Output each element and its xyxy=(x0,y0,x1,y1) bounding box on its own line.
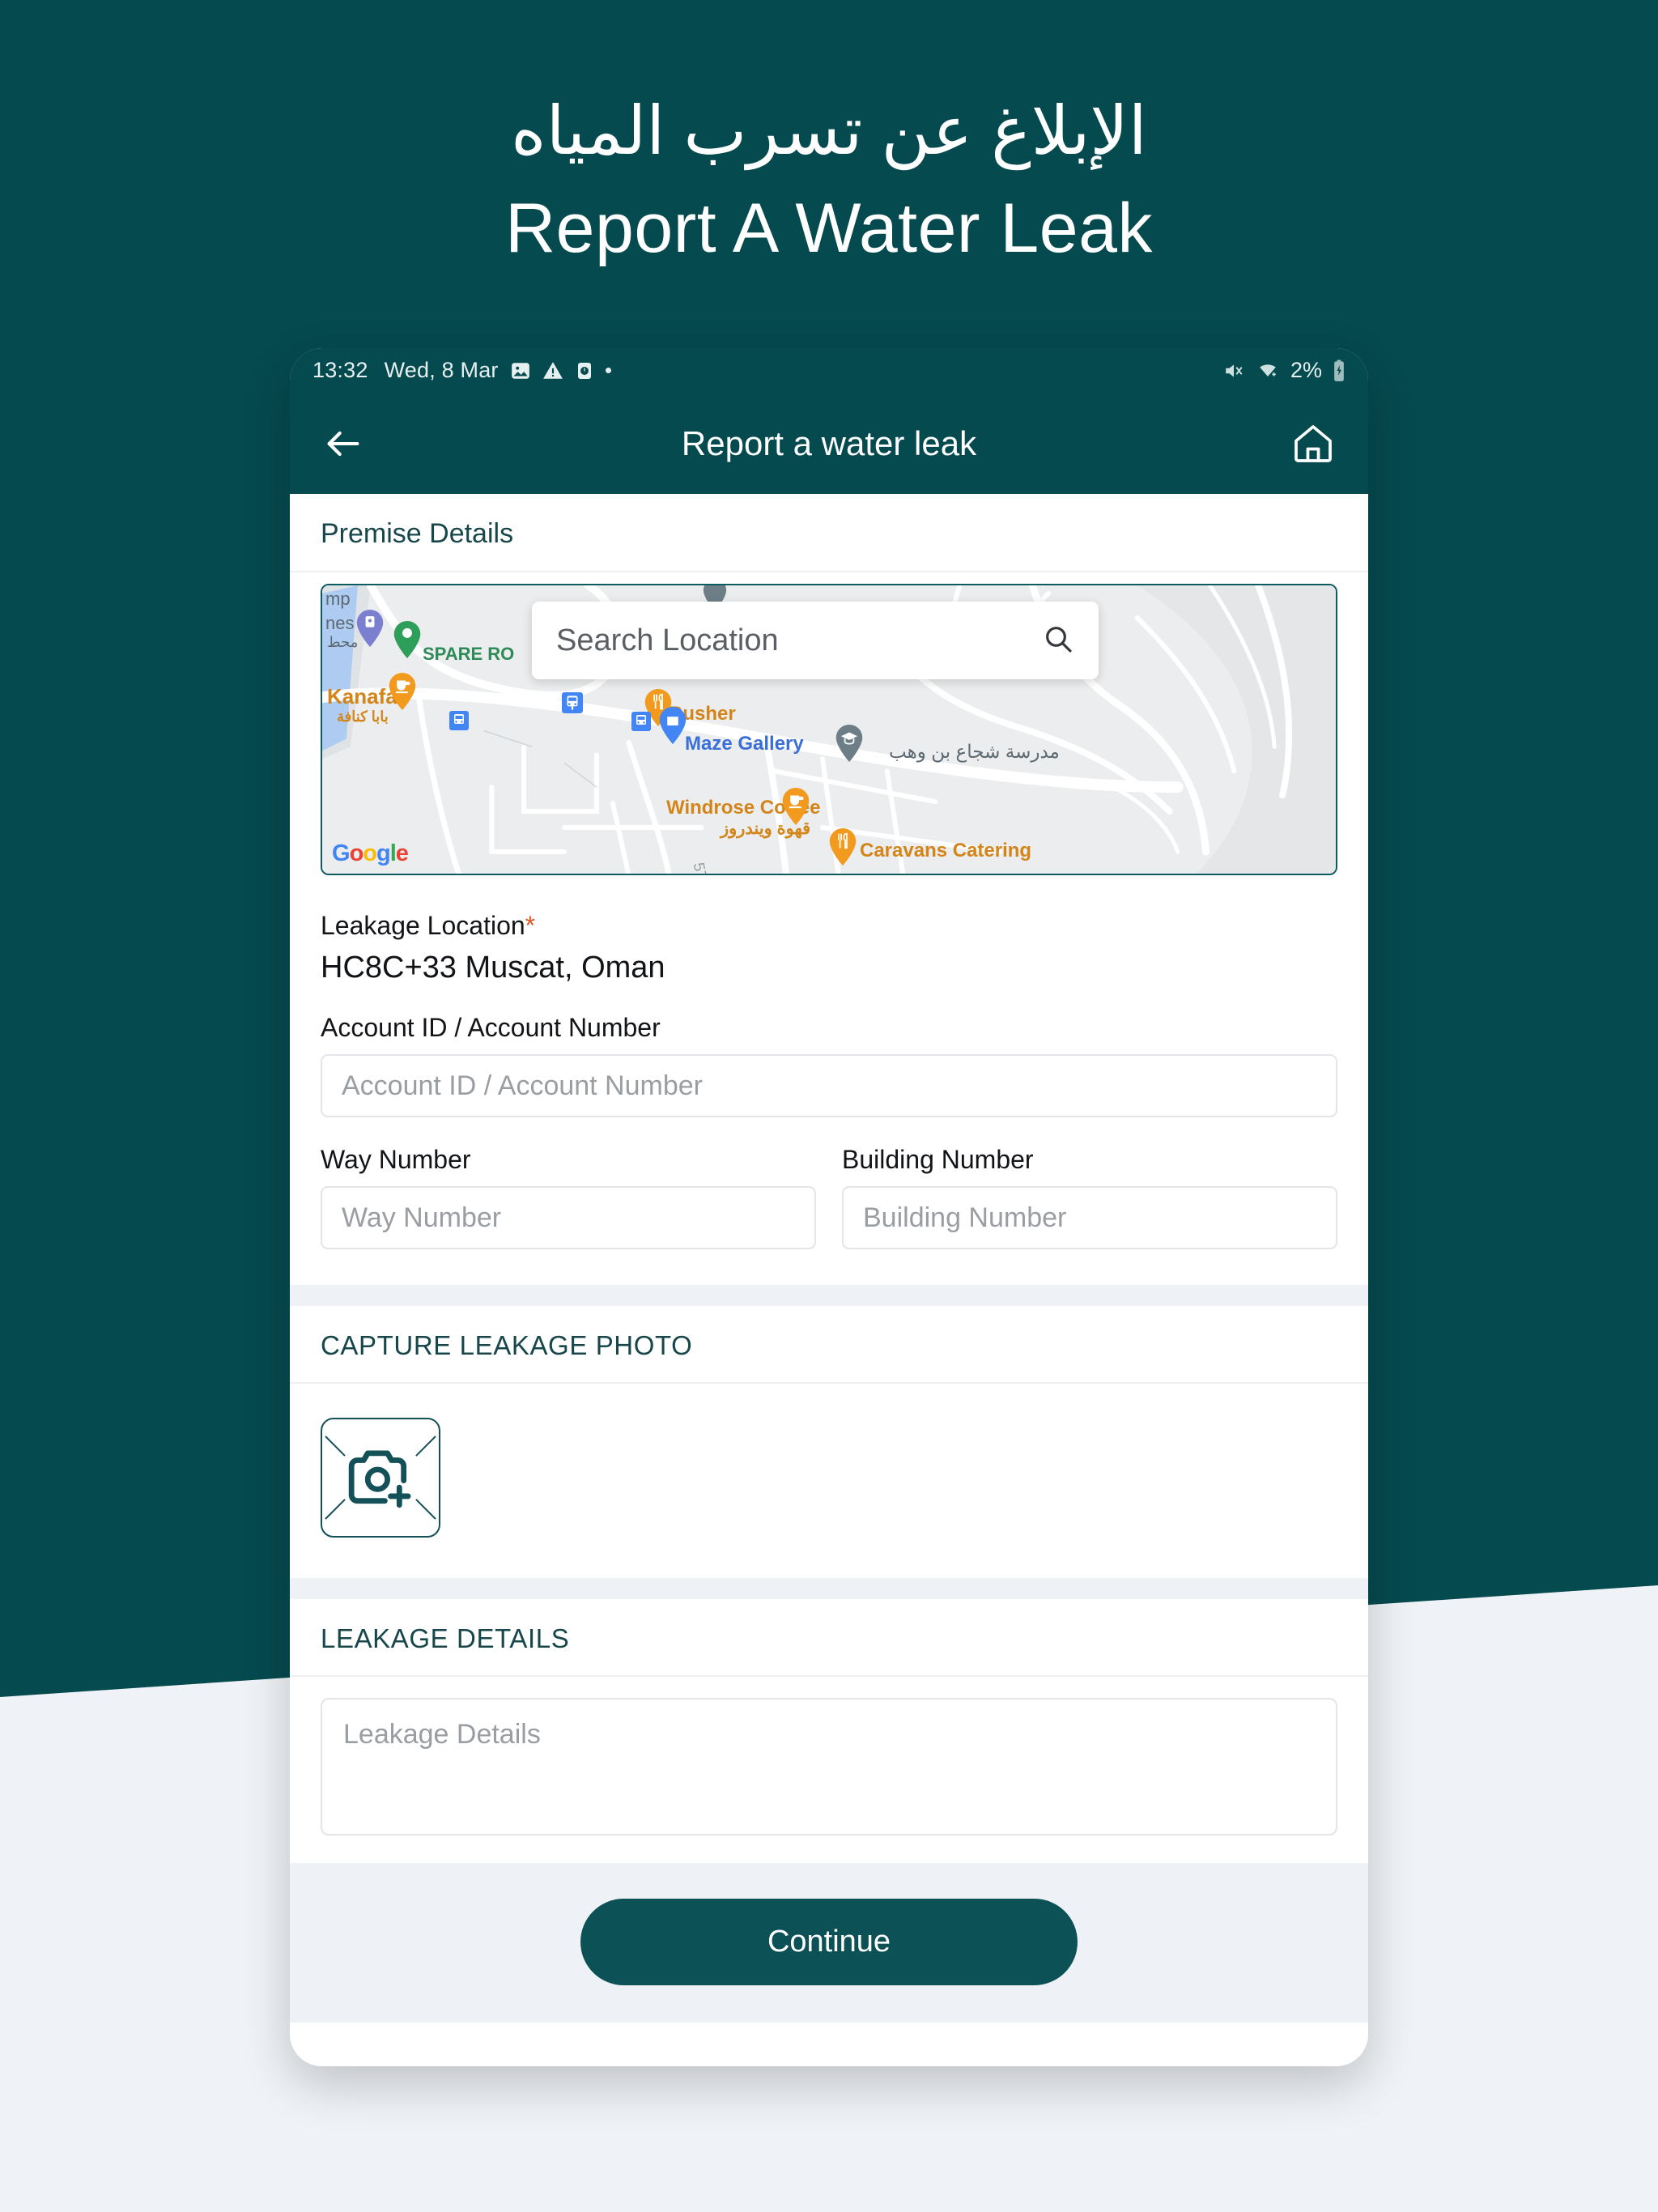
shop-pin-icon xyxy=(659,707,687,744)
section-premise-details: Premise Details xyxy=(290,494,1368,572)
search-location-box[interactable]: Search Location xyxy=(532,602,1099,679)
hero-title-english: Report A Water Leak xyxy=(505,189,1153,267)
leakage-location-label-text: Leakage Location xyxy=(321,911,525,940)
bus-stop-icon xyxy=(631,712,651,731)
continue-button[interactable]: Continue xyxy=(580,1899,1078,1985)
search-input[interactable]: Search Location xyxy=(556,623,1042,658)
section-divider-band xyxy=(290,1578,1368,1599)
fuel-pin-icon xyxy=(356,610,384,647)
home-button[interactable] xyxy=(1290,421,1336,466)
status-bar-right: 2% xyxy=(1222,358,1346,383)
status-bar-left: 13:32 Wed, 8 Mar xyxy=(312,358,611,383)
dot-icon xyxy=(605,368,611,373)
section-capture-photo: CAPTURE LEAKAGE PHOTO xyxy=(290,1306,1368,1384)
hero-heading-group: الإبلاغ عن تسرب المياه Report A Water Le… xyxy=(0,89,1658,274)
mute-icon xyxy=(1222,360,1245,381)
wifi-plus-icon xyxy=(1256,360,1280,381)
place-pin-icon xyxy=(393,621,421,658)
leakage-details-textarea[interactable]: Leakage Details xyxy=(321,1698,1337,1836)
status-bar: 13:32 Wed, 8 Mar 2% xyxy=(290,348,1368,393)
bus-stop-icon xyxy=(449,711,469,730)
status-date: Wed, 8 Mar xyxy=(384,358,499,382)
way-number-label: Way Number xyxy=(321,1145,471,1174)
page-title: Report a water leak xyxy=(681,423,977,462)
school-pin-icon xyxy=(835,725,863,762)
map-label: Caravans Catering xyxy=(860,840,1032,861)
battery-charging-icon xyxy=(1333,359,1346,382)
map-label: بابا كنافة xyxy=(337,708,389,725)
screen-tail xyxy=(290,2023,1368,2066)
search-icon[interactable] xyxy=(1042,623,1074,659)
way-number-group: Way Number Way Number xyxy=(321,1117,816,1249)
way-number-input[interactable]: Way Number xyxy=(321,1186,816,1249)
camera-add-icon xyxy=(348,1450,411,1508)
battery-percent: 2% xyxy=(1290,358,1322,382)
map-label: Kanafa xyxy=(327,684,397,708)
leakage-location-label: Leakage Location* xyxy=(321,911,1337,941)
status-time: 13:32 xyxy=(312,358,368,382)
leakage-details-area: Leakage Details xyxy=(290,1677,1368,1863)
phone-mockup: 13:32 Wed, 8 Mar 2% Report a water leak … xyxy=(290,348,1368,2066)
map-label: mp xyxy=(325,589,351,609)
map-container: 5718 mp nes محط SPARE RO Kanafa بابا كنا… xyxy=(290,572,1368,875)
account-input[interactable]: Account ID / Account Number xyxy=(321,1054,1337,1117)
map-label: SPARE RO xyxy=(423,644,515,664)
cafe-pin-icon xyxy=(389,673,416,710)
add-photo-button[interactable] xyxy=(321,1418,440,1538)
map-label: مدرسة شجاع بن وهب xyxy=(889,741,1060,762)
map-label: Maze Gallery xyxy=(685,733,804,755)
back-button[interactable] xyxy=(322,423,364,465)
image-icon xyxy=(510,360,531,381)
app-bar: Report a water leak xyxy=(290,393,1368,494)
section-leakage-details: LEAKAGE DETAILS xyxy=(290,1599,1368,1677)
map-view[interactable]: 5718 mp nes محط SPARE RO Kanafa بابا كنا… xyxy=(321,584,1337,875)
bus-stop-icon xyxy=(562,692,583,713)
map-label: nes xyxy=(325,613,355,633)
section-divider-band xyxy=(290,1285,1368,1306)
cta-area: Continue xyxy=(290,1863,1368,2023)
way-building-row: Way Number Way Number Building Number Bu… xyxy=(321,1117,1337,1249)
required-asterisk: * xyxy=(525,911,536,940)
building-number-label: Building Number xyxy=(842,1145,1034,1174)
google-attribution: Google xyxy=(332,840,409,866)
leakage-location-value: HC8C+33 Muscat, Oman xyxy=(321,951,665,985)
hero-title-arabic: الإبلاغ عن تسرب المياه xyxy=(511,93,1147,168)
warning-triangle-icon xyxy=(542,360,563,381)
building-number-input[interactable]: Building Number xyxy=(842,1186,1337,1249)
building-number-group: Building Number Building Number xyxy=(842,1117,1337,1249)
map-label: محط xyxy=(327,634,359,650)
account-label: Account ID / Account Number xyxy=(321,1013,661,1042)
clock-icon xyxy=(575,360,594,381)
premise-form: Leakage Location* HC8C+33 Muscat, Oman A… xyxy=(290,875,1368,1249)
restaurant-pin-icon xyxy=(829,828,857,866)
cafe-pin-icon xyxy=(782,788,810,825)
photo-capture-area xyxy=(290,1384,1368,1578)
screen-scroll-area[interactable]: Premise Details mp nes محط SPARE RO Kana… xyxy=(290,494,1368,2066)
